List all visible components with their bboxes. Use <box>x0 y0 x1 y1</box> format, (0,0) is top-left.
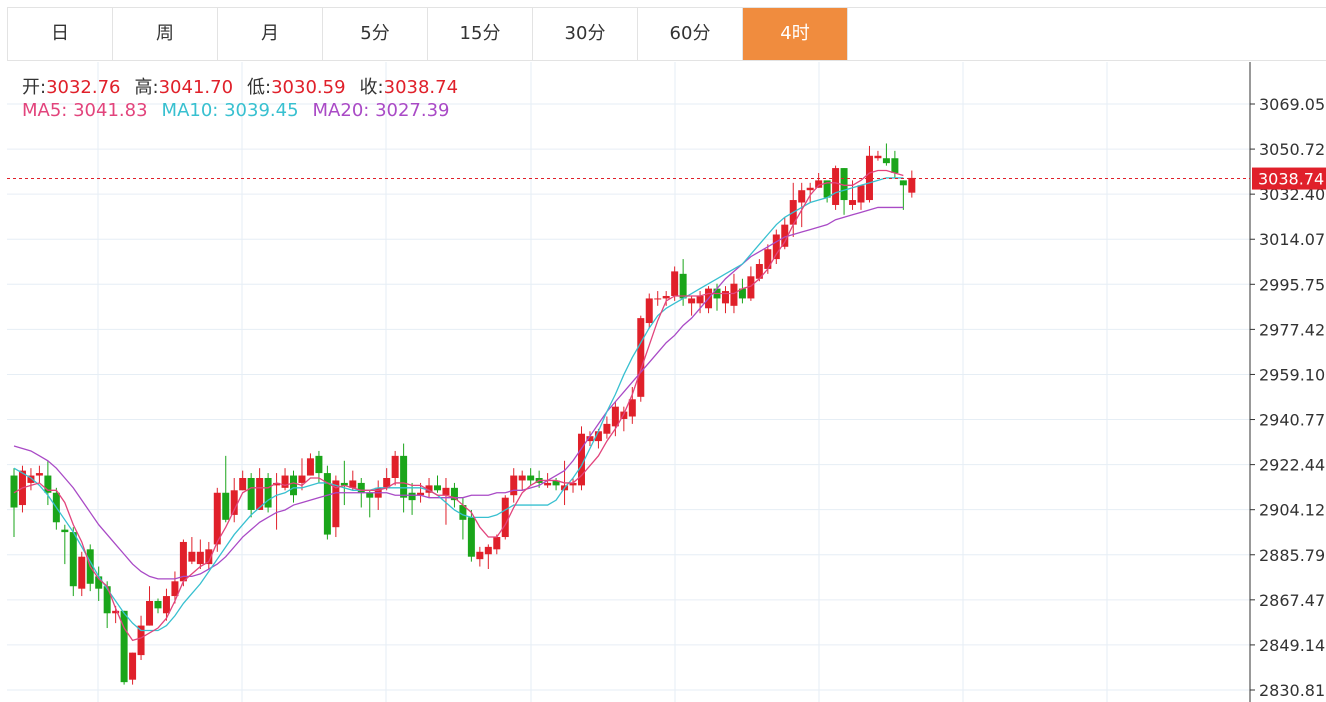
candle-body <box>493 537 501 550</box>
candle-body <box>222 492 230 520</box>
candle-body <box>501 497 509 538</box>
ma5-label: MA5: <box>22 100 68 121</box>
candle-body <box>518 475 526 481</box>
close-label: 收: <box>359 77 384 98</box>
candle-body <box>146 600 154 626</box>
candle-body <box>162 596 170 614</box>
candle-body <box>798 190 806 203</box>
candle-body <box>179 541 187 582</box>
candle-body <box>874 155 882 159</box>
candle-body <box>61 529 69 533</box>
y-tick-label: 2867.47 <box>1259 591 1325 610</box>
ohlc-readout: 开:3032.76 高:3041.70 低:3030.59 收:3038.74 <box>22 73 458 99</box>
low-value: 3030.59 <box>271 77 346 98</box>
y-tick-label: 3050.72 <box>1259 140 1325 159</box>
candle-body <box>891 158 899 173</box>
candle-body <box>239 477 247 491</box>
low-label: 低: <box>247 77 272 98</box>
candle-body <box>908 177 916 193</box>
ma5-line <box>13 169 904 642</box>
candle-body <box>510 475 518 496</box>
candle-body <box>476 551 484 560</box>
candle-body <box>434 485 441 491</box>
ma10-label: MA10: <box>161 100 219 121</box>
candle-body <box>662 295 670 299</box>
candle-body <box>154 600 162 609</box>
ma5-value: 3041.83 <box>73 100 148 121</box>
candle-body <box>400 455 408 498</box>
candle-body <box>484 546 492 555</box>
candle-body <box>764 249 772 269</box>
candle-body <box>442 487 450 496</box>
candle-body <box>247 477 255 510</box>
y-tick-label: 2849.14 <box>1259 636 1325 655</box>
candle-body <box>865 155 873 201</box>
candle-body <box>290 475 298 496</box>
ma10-value: 3039.45 <box>224 100 299 121</box>
close-value: 3038.74 <box>383 77 459 98</box>
candle-body <box>688 298 696 304</box>
candle-body <box>35 473 43 476</box>
ma20-label: MA20: <box>312 100 370 121</box>
candle-body <box>129 652 137 680</box>
candle-body <box>806 187 814 191</box>
candle-body <box>69 532 77 587</box>
candle-body <box>696 295 704 304</box>
y-tick-label: 2995.75 <box>1259 275 1325 294</box>
candle-body <box>467 517 475 557</box>
candle-body <box>408 492 416 501</box>
high-label: 高: <box>134 77 159 98</box>
candle-body <box>637 318 645 397</box>
candle-body <box>679 273 687 299</box>
candle-body <box>315 455 323 474</box>
candle-body <box>628 399 636 417</box>
high-value: 3041.70 <box>158 77 234 98</box>
candle-body <box>306 458 314 476</box>
last-price-label: 3038.74 <box>1258 170 1324 189</box>
ma20-value: 3027.39 <box>375 100 450 121</box>
candle-body <box>849 200 857 205</box>
open-label: 开: <box>22 77 47 98</box>
candle-body <box>196 551 204 565</box>
candle-body <box>654 298 662 300</box>
y-tick-label: 2830.81 <box>1259 681 1325 700</box>
candle-body <box>857 185 865 203</box>
candle-body <box>527 475 535 481</box>
candle-body <box>882 158 890 164</box>
candle-body <box>366 492 374 498</box>
candle-body <box>645 298 653 324</box>
y-tick-label: 2904.12 <box>1259 501 1325 520</box>
candle-body <box>730 283 738 306</box>
y-tick-label: 2940.77 <box>1259 411 1325 430</box>
open-value: 3032.76 <box>46 77 121 98</box>
candle-body <box>188 551 196 562</box>
candle-body <box>671 271 679 296</box>
y-tick-label: 2977.42 <box>1259 320 1325 339</box>
y-tick-label: 2885.79 <box>1259 546 1325 565</box>
candle-body <box>603 423 611 434</box>
y-tick-label: 3014.07 <box>1259 230 1325 249</box>
ma-readout: MA5: 3041.83 MA10: 3039.45 MA20: 3027.39 <box>22 100 450 121</box>
candle-body <box>298 475 306 483</box>
candle-body <box>103 586 111 614</box>
candle-body <box>899 180 907 186</box>
candle-body <box>544 482 552 486</box>
y-tick-label: 2922.44 <box>1259 456 1325 475</box>
candle-body <box>357 482 365 493</box>
candle-body <box>832 168 840 205</box>
y-tick-label: 3069.05 <box>1259 95 1325 114</box>
candle-body <box>78 556 86 589</box>
candle-body <box>391 455 399 478</box>
y-tick-label: 2959.10 <box>1259 365 1325 384</box>
